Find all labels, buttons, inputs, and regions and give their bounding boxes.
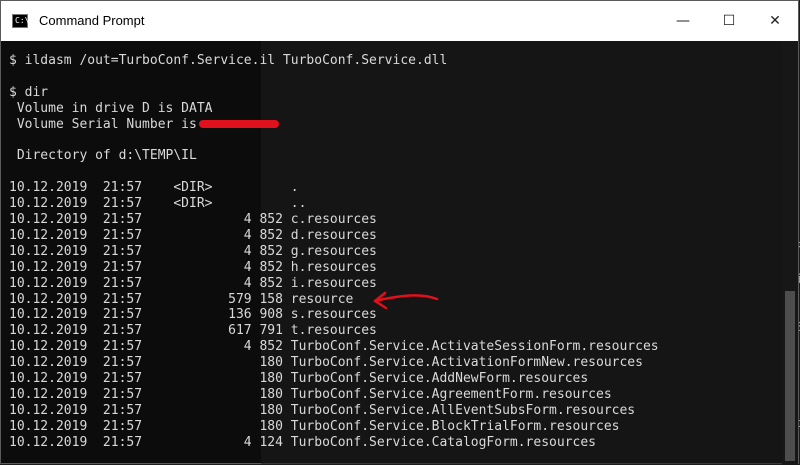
- red-arrow-annotation: [373, 291, 439, 310]
- console-line: 10.12.2019 21:57 <DIR> .: [9, 180, 299, 196]
- console-line: 10.12.2019 21:57 4 852 TurboConf.Service…: [9, 339, 659, 355]
- vertical-scrollbar[interactable]: [782, 41, 798, 465]
- console-line: 10.12.2019 21:57 4 852 h.resources: [9, 259, 377, 275]
- console-line: 10.12.2019 21:57 180 TurboConf.Service.A…: [9, 371, 589, 386]
- close-button[interactable]: ✕: [752, 1, 798, 41]
- console-line: 10.12.2019 21:57 180 TurboConf.Service.A…: [9, 355, 643, 371]
- console-line: 10.12.2019 21:57 4 852 i.resources: [9, 275, 377, 291]
- redaction-mark: [198, 120, 279, 129]
- console-line: 10.12.2019 21:57 4 852 c.resources: [9, 212, 377, 227]
- window-title: Command Prompt: [39, 13, 145, 28]
- console-line: Volume in drive D is DATA: [9, 100, 213, 116]
- console-line: 10.12.2019 21:57 617 791 t.resources: [9, 323, 377, 339]
- console-line: $ dir: [9, 84, 49, 100]
- console-line: 10.12.2019 21:57 <DIR> ..: [9, 196, 307, 212]
- console-output[interactable]: $ ildasm /out=TurboConf.Service.il Turbo…: [1, 41, 798, 465]
- minimize-button[interactable]: —: [660, 1, 706, 41]
- console-line: 10.12.2019 21:57 180 TurboConf.Service.B…: [9, 418, 620, 434]
- console-line: 10.12.2019 21:57 136 908 s.resources: [9, 307, 377, 323]
- console-line: 10.12.2019 21:57 579 158 resource: [9, 291, 354, 307]
- console-line: 10.12.2019 21:57 4 852 g.resources: [9, 243, 377, 259]
- command-prompt-window[interactable]: C:\ Command Prompt — ☐ ✕ $ ildasm /out=T…: [0, 0, 799, 465]
- console-line: Directory of d:\TEMP\IL: [9, 148, 197, 164]
- console-line: $ ildasm /out=TurboConf.Service.il Turbo…: [9, 53, 448, 68]
- console-line: 10.12.2019 21:57 180 TurboConf.Service.A…: [9, 386, 612, 402]
- console-line: Volume Serial Number is: [9, 117, 279, 133]
- console-app-icon: C:\: [12, 14, 29, 28]
- console-line: 10.12.2019 21:57 4 124 TurboConf.Service…: [9, 434, 596, 450]
- scrollbar-thumb[interactable]: [785, 291, 795, 461]
- console-line: 10.12.2019 21:57 180 TurboConf.Service.A…: [9, 402, 636, 418]
- console-line: 10.12.2019 21:57 4 852 d.resources: [9, 227, 377, 243]
- title-bar[interactable]: C:\ Command Prompt — ☐ ✕: [1, 1, 798, 41]
- maximize-button[interactable]: ☐: [706, 1, 752, 41]
